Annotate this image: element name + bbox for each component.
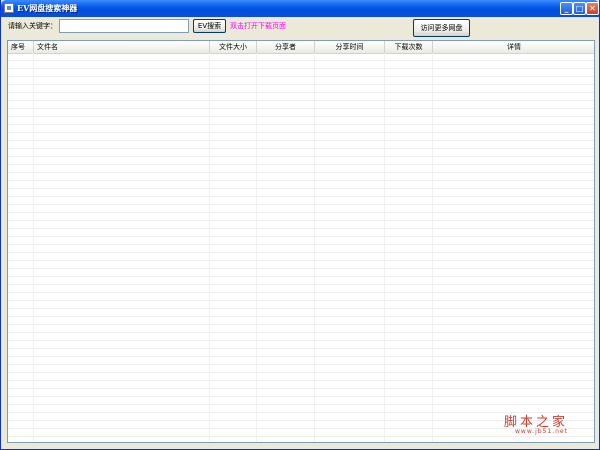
title-bar[interactable]: EV网盘搜索神器 _ □ ✕ [1, 0, 599, 17]
column-divider [256, 53, 257, 442]
column-header-index[interactable]: 序号 [8, 41, 34, 53]
keyword-label: 请输入关键字： [8, 22, 57, 30]
maximize-button[interactable]: □ [573, 2, 586, 15]
column-header-details[interactable]: 详情 [433, 41, 594, 53]
keyword-input[interactable] [59, 19, 189, 33]
minimize-button[interactable]: _ [560, 2, 573, 15]
column-header-downloads[interactable]: 下载次数 [385, 41, 433, 53]
column-header-sharer[interactable]: 分享者 [257, 41, 315, 53]
window-title: EV网盘搜索神器 [17, 3, 78, 13]
table-body[interactable] [8, 53, 594, 442]
column-divider [209, 53, 210, 442]
watermark-url: www.jb51.net [515, 428, 568, 435]
column-header-share-time[interactable]: 分享时间 [315, 41, 385, 53]
search-button[interactable]: EV搜索 [193, 19, 226, 33]
visit-more-button[interactable]: 访问更多网盘 [413, 19, 470, 37]
column-header-filename[interactable]: 文件名 [34, 41, 210, 53]
results-table[interactable]: 序号 文件名 文件大小 分享者 分享时间 下载次数 详情 [7, 40, 595, 443]
app-icon [4, 3, 14, 13]
app-window: EV网盘搜索神器 _ □ ✕ 请输入关键字： EV搜索 双击打开下载页面 访问更… [0, 0, 600, 450]
column-divider [33, 53, 34, 442]
close-button[interactable]: ✕ [586, 2, 599, 15]
column-divider [384, 53, 385, 442]
column-divider [314, 53, 315, 442]
column-divider [432, 53, 433, 442]
hint-text: 双击打开下载页面 [230, 22, 286, 30]
column-header-size[interactable]: 文件大小 [210, 41, 257, 53]
